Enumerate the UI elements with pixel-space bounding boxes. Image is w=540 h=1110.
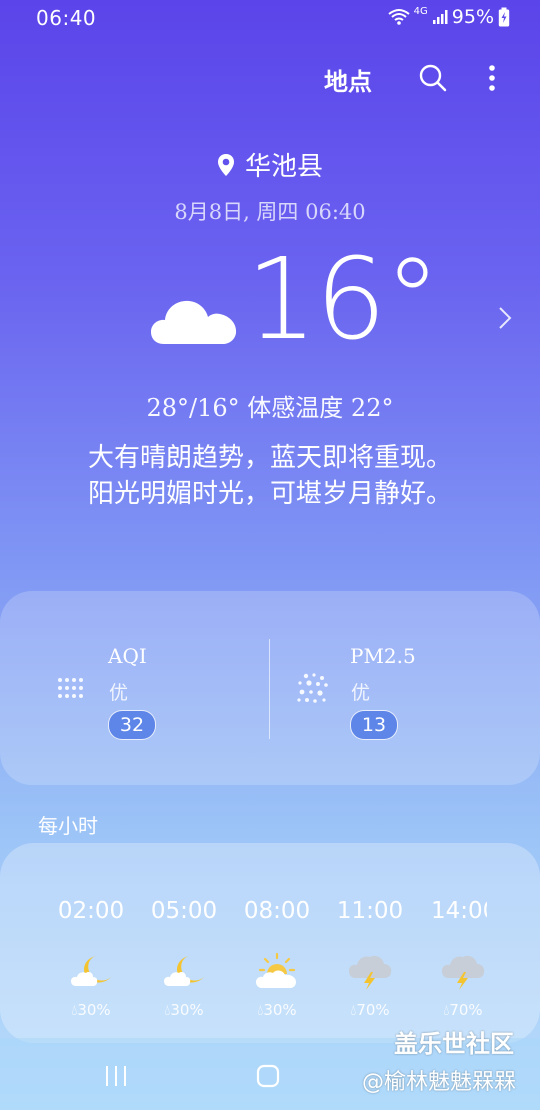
hour-time: 11:00 bbox=[336, 898, 404, 924]
precip-chance: 💧︎70% bbox=[350, 1001, 390, 1019]
location-pin-icon bbox=[217, 153, 234, 176]
recents-icon[interactable] bbox=[104, 1064, 128, 1088]
watermark-user: @榆林魅魅槑槑 bbox=[362, 1070, 517, 1095]
thunderstorm-icon bbox=[349, 955, 392, 990]
precip-chance: 💧︎70% bbox=[443, 1001, 483, 1019]
battery-charging-icon bbox=[498, 7, 510, 27]
status-icons: 4G 95% bbox=[388, 6, 510, 28]
hour-time: 02:00 bbox=[57, 898, 125, 924]
pm25-level: 优 bbox=[351, 682, 371, 704]
hour-time: 08:00 bbox=[243, 898, 311, 924]
locations-button[interactable]: 地点 bbox=[324, 62, 372, 97]
hour-time: 05:00 bbox=[150, 898, 218, 924]
wifi-icon bbox=[388, 9, 410, 25]
chevron-right-icon[interactable] bbox=[498, 306, 512, 330]
cloud-icon bbox=[151, 300, 237, 344]
precip-chance: 💧︎30% bbox=[164, 1001, 204, 1019]
status-time: 06:40 bbox=[36, 6, 97, 30]
network-type: 4G bbox=[413, 5, 428, 17]
moon-cloud-icon bbox=[164, 956, 204, 986]
sun-cloud-icon bbox=[256, 952, 296, 988]
hourly-title: 每小时 bbox=[38, 814, 98, 838]
precip-chance: 💧︎30% bbox=[71, 1001, 111, 1019]
watermark-community: 盖乐世社区 bbox=[394, 1030, 514, 1058]
divider bbox=[269, 639, 270, 739]
battery-percent: 95% bbox=[451, 6, 494, 28]
weather-description: 大有晴朗趋势，蓝天即将重现。 阳光明媚时光，可堪岁月静好。 bbox=[0, 440, 540, 512]
pm25-label: PM2.5 bbox=[350, 644, 416, 668]
home-icon[interactable] bbox=[256, 1064, 280, 1088]
description-line: 大有晴朗趋势，蓝天即将重现。 bbox=[87, 443, 452, 473]
current-temperature: 16° bbox=[246, 235, 441, 365]
aqi-dots-icon bbox=[58, 678, 83, 698]
pm25-value-badge: 13 bbox=[350, 710, 398, 740]
description-line: 阳光明媚时光，可堪岁月静好。 bbox=[87, 479, 452, 509]
precip-chance: 💧︎30% bbox=[257, 1001, 297, 1019]
signal-icon bbox=[432, 10, 448, 24]
date-time: 8月8日, 周四 06:40 bbox=[174, 200, 366, 224]
more-vertical-icon[interactable] bbox=[482, 64, 502, 92]
moon-cloud-icon bbox=[71, 956, 111, 986]
aqi-value-badge: 32 bbox=[108, 710, 156, 740]
hour-time: 14:00 bbox=[431, 898, 487, 924]
thunderstorm-icon bbox=[442, 955, 485, 990]
location-header: 华池县 bbox=[0, 146, 540, 183]
aqi-level: 优 bbox=[109, 682, 129, 704]
temp-range-feels-like: 28°/16° 体感温度 22° bbox=[146, 394, 394, 422]
pm25-dots-icon bbox=[297, 673, 328, 703]
search-icon[interactable] bbox=[418, 63, 448, 93]
location-name: 华池县 bbox=[244, 152, 323, 182]
aqi-label: AQI bbox=[108, 644, 147, 668]
